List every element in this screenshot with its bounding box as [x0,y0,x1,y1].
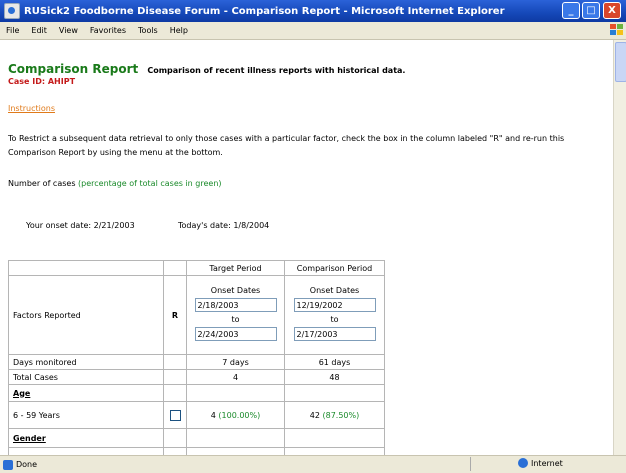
page-title: Comparison Report [8,62,139,76]
empty-cell [284,447,385,455]
menu-view[interactable]: View [53,26,84,35]
minimize-button[interactable]: _ [562,2,580,19]
empty-r-cell [163,447,187,455]
age-comparison-pct: (87.50%) [322,410,360,420]
menu-file[interactable]: File [0,26,25,35]
page-content: Comparison Report Comparison of recent i… [0,40,613,455]
menu-help[interactable]: Help [164,26,194,35]
comparison-table: Target Period Comparison Period Factors … [8,260,385,455]
total-target-value: 4 [186,369,285,385]
age-target-cell: 4 (100.00%) [186,401,285,429]
factors-reported-label: Factors Reported [8,275,164,355]
menu-bar: File Edit View Favorites Tools Help [0,22,626,40]
target-onset-dates-label: Onset Dates [210,286,261,295]
target-end-date-input[interactable] [194,327,277,341]
restrict-checkbox-cell [163,401,187,429]
case-id: Case ID: AHIPT [8,77,76,86]
comparison-onset-dates-label: Onset Dates [309,286,360,295]
table-row: 6 - 59 Years 4 (100.00%) 42 (87.50%) [8,401,385,429]
table-row: Age [8,384,385,402]
table-header-row: Target Period Comparison Period [8,260,385,276]
number-of-cases-text: Number of cases [8,179,79,188]
col-target-period: Target Period [186,260,285,276]
page-subtitle: Comparison of recent illness reports wit… [147,66,406,75]
status-separator [470,457,471,471]
target-to-label: to [231,315,240,324]
table-row [8,447,385,455]
age-group-label: 6 - 59 Years [8,401,164,429]
status-text: Done [16,460,38,469]
col-comparison-period: Comparison Period [284,260,385,276]
empty-cell [186,428,285,448]
table-row: Gender [8,428,385,448]
days-target-value: 7 days [186,354,285,370]
page-header: Comparison Report Comparison of recent i… [8,58,405,77]
instructions-paragraph: To Restrict a subsequent data retrieval … [8,134,565,157]
comparison-start-date-input[interactable] [293,298,376,312]
menu-tools[interactable]: Tools [132,26,164,35]
page-done-icon [3,459,13,470]
onset-date: Your onset date: 2/21/2003 [26,221,135,230]
empty-cell [284,428,385,448]
header-empty-cell [8,260,164,276]
empty-r-cell [163,384,187,402]
gender-section-label: Gender [8,428,164,448]
table-row: Days monitored 7 days 61 days [8,354,385,370]
total-comparison-value: 48 [284,369,385,385]
empty-cell [186,384,285,402]
ie-app-icon [4,3,20,19]
age-target-pct: (100.00%) [218,410,261,420]
restrict-checkbox[interactable] [169,409,181,421]
age-comparison-cell: 42 (87.50%) [284,401,385,429]
todays-date: Today's date: 1/8/2004 [178,221,270,230]
comparison-end-date-input[interactable] [293,327,376,341]
factors-row: Factors Reported R Onset Dates to Onset … [8,275,385,355]
days-comparison-value: 61 days [284,354,385,370]
close-button[interactable]: X [603,2,621,19]
target-onset-cell: Onset Dates to [186,275,285,355]
number-of-cases-note: (percentage of total cases in green) [78,179,222,188]
scrollbar-thumb[interactable] [615,42,626,82]
menu-favorites[interactable]: Favorites [84,26,132,35]
security-zone: Internet [518,458,563,468]
vertical-scrollbar[interactable] [613,40,626,455]
comparison-to-label: to [330,315,339,324]
zone-label: Internet [531,458,563,468]
table-row: Total Cases 4 48 [8,369,385,385]
number-of-cases-label: Number of cases (percentage of total cas… [8,179,222,188]
r-column-label: R [163,275,187,355]
age-section-label: Age [8,384,164,402]
window-title-bar[interactable]: RUSick2 Foodborne Disease Forum - Compar… [0,0,626,22]
total-cases-label: Total Cases [8,369,164,385]
empty-r-cell [163,369,187,385]
empty-r-cell [163,354,187,370]
empty-r-cell [163,428,187,448]
maximize-button[interactable]: □ [582,2,600,19]
header-empty-r-cell [163,260,187,276]
status-bar: Done Internet [0,455,626,473]
windows-logo-icon [610,24,623,35]
window-title: RUSick2 Foodborne Disease Forum - Compar… [24,5,505,17]
instructions-link[interactable]: Instructions [8,104,55,113]
empty-cell [8,447,164,455]
empty-cell [284,384,385,402]
menu-edit[interactable]: Edit [25,26,53,35]
internet-globe-icon [518,458,528,468]
age-comparison-count: 42 [309,410,323,420]
days-monitored-label: Days monitored [8,354,164,370]
comparison-onset-cell: Onset Dates to [284,275,385,355]
empty-cell [186,447,285,455]
target-start-date-input[interactable] [194,298,277,312]
